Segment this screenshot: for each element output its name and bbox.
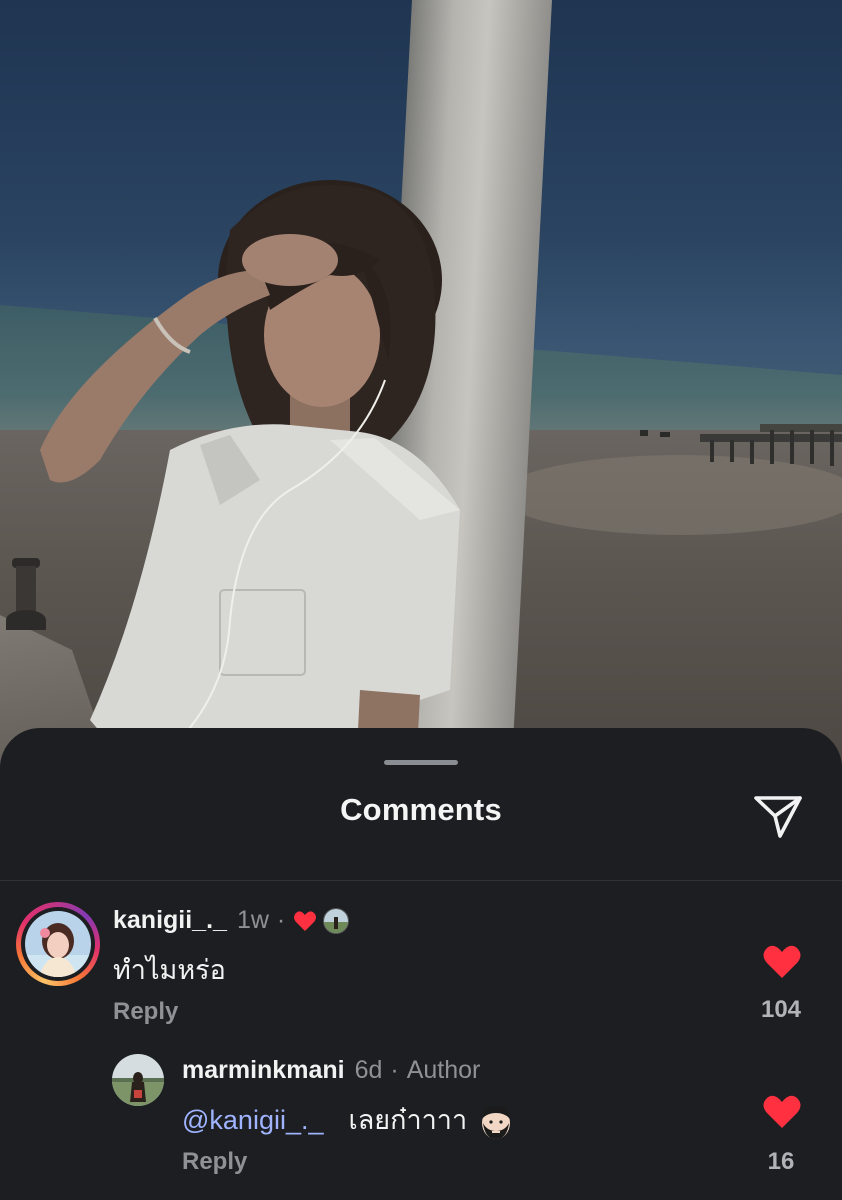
screen: Comments kanigii_._ 1w · ทำไมหร่อ Reply … <box>0 0 842 1200</box>
comments-sheet: Comments kanigii_._ 1w · ทำไมหร่อ Reply … <box>0 728 842 1200</box>
heart-icon[interactable] <box>762 1094 802 1130</box>
photo-pier <box>640 424 842 466</box>
mention-link[interactable]: @kanigii_._ <box>182 1105 324 1135</box>
author-badge: Author <box>406 1056 481 1084</box>
commenter-avatar[interactable] <box>112 1054 164 1106</box>
reply-button[interactable]: Reply <box>182 1148 247 1176</box>
comment-username[interactable]: marminkmani <box>182 1056 345 1085</box>
comment-time: 6d <box>354 1056 383 1084</box>
bearded-person-emoji-icon <box>481 1105 510 1139</box>
meta-separator: · <box>390 1056 399 1084</box>
photo-person <box>40 180 460 790</box>
like-count: 16 <box>767 1148 795 1175</box>
background-photo <box>0 0 842 790</box>
comment-meta: marminkmani 6d · Author <box>182 1056 480 1085</box>
comment-text-line: @kanigii_._ เลยก๋าาาา <box>182 1098 515 1141</box>
comment-text: เลยก๋าาาา <box>348 1105 468 1135</box>
photo-sand-highlight <box>500 455 842 535</box>
reply-comment-item: marminkmani 6d · Author @kanigii_._ เลยก… <box>0 728 842 1200</box>
